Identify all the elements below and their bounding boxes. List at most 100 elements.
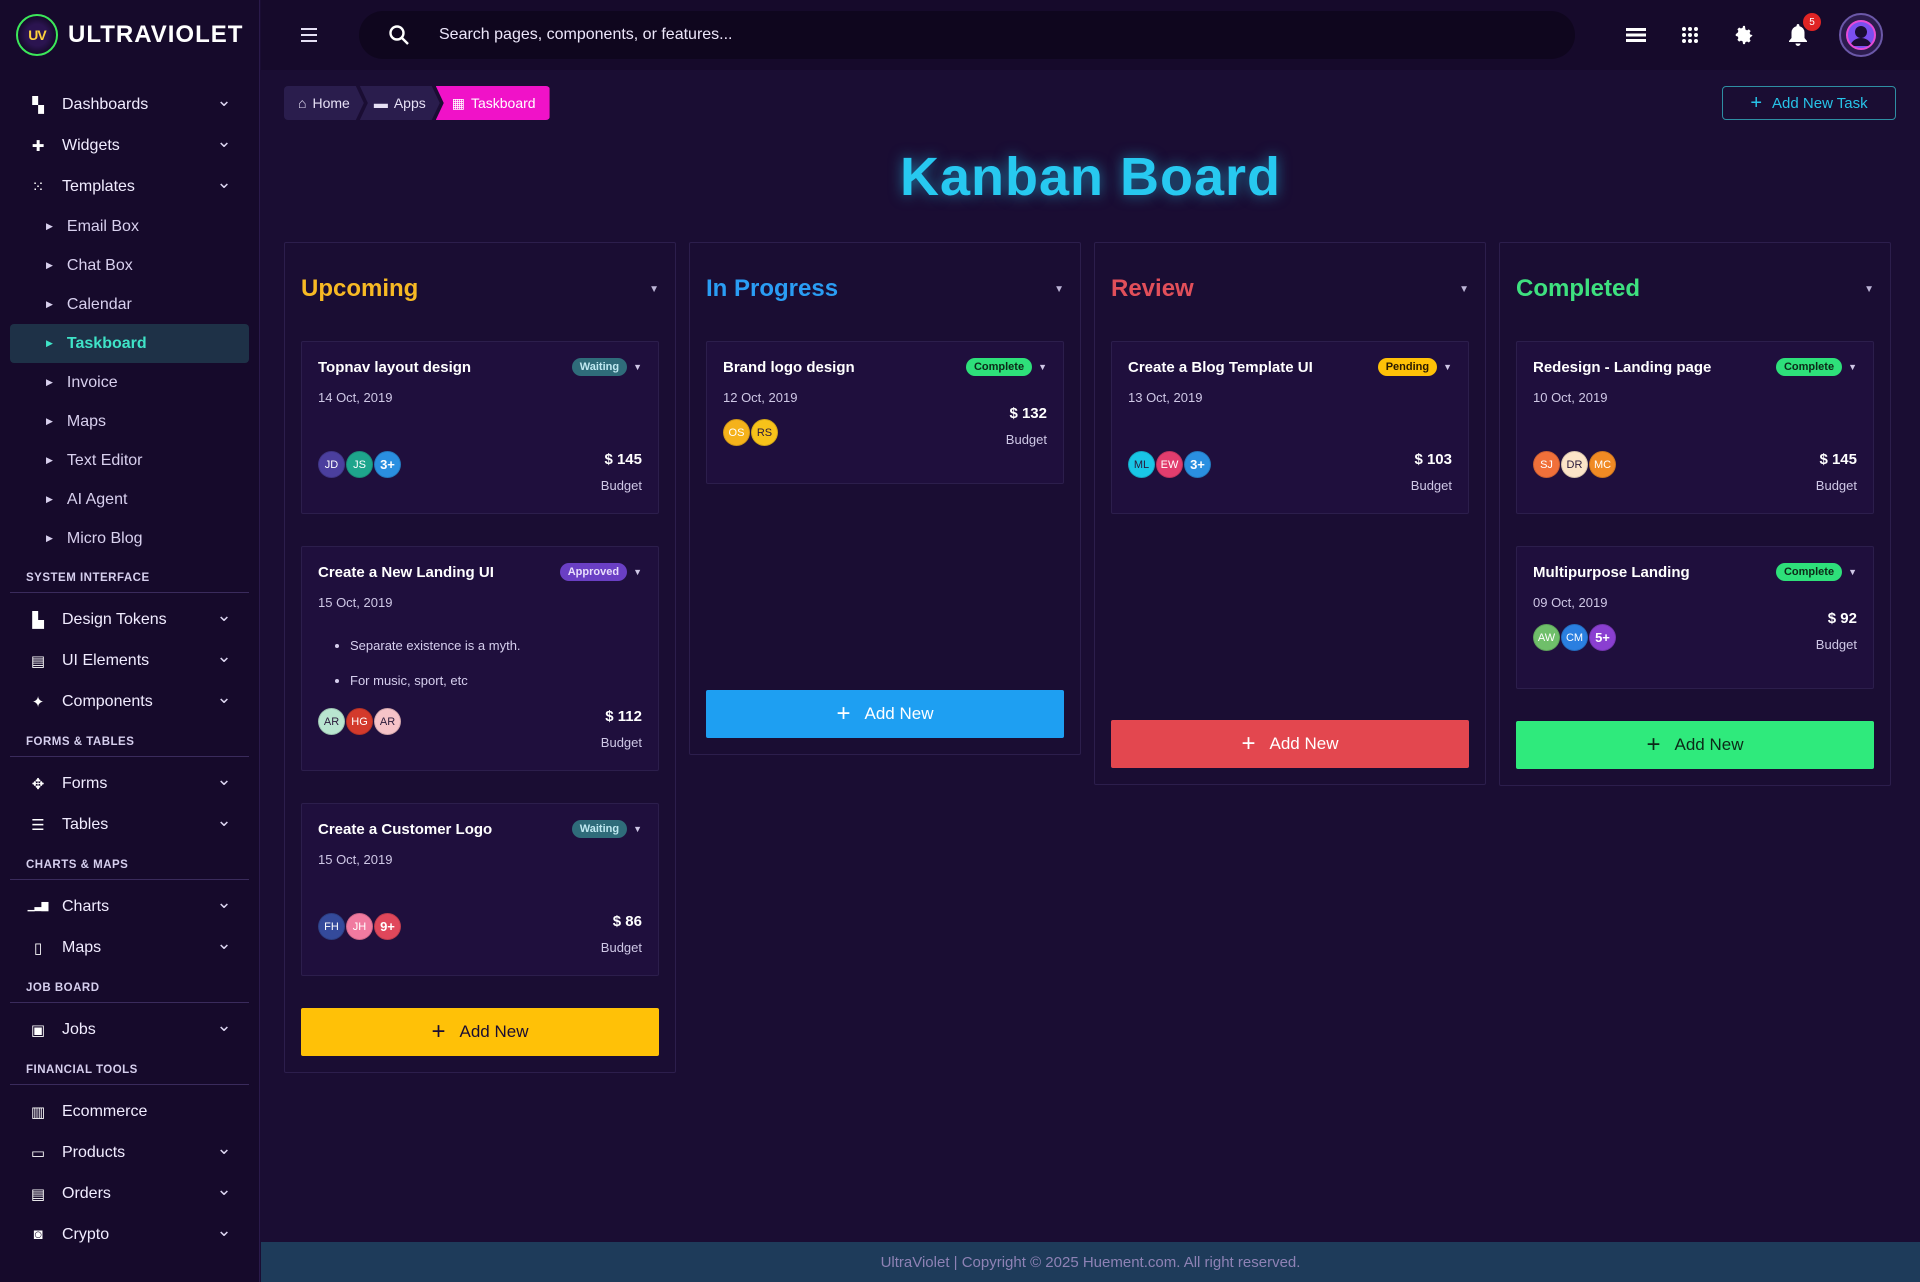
sidebar-item-tables[interactable]: ☰ Tables ⌄ [10, 804, 249, 845]
sidebar-subitem-calendar[interactable]: ▶ Calendar [10, 285, 249, 324]
search-input[interactable] [439, 26, 1575, 44]
sidebar-subitem-micro-blog[interactable]: ▶ Micro Blog [10, 519, 249, 558]
sidebar-item-crypto[interactable]: ◙ Crypto ⌄ [10, 1214, 249, 1255]
sidebar-item-components[interactable]: ✦ Components ⌄ [10, 681, 249, 722]
assignee-avatar[interactable]: EW [1156, 451, 1183, 478]
sidebar-item-label: Crypto [62, 1225, 110, 1243]
assignee-avatar[interactable]: FH [318, 913, 345, 940]
sidebar-item-charts[interactable]: ▁▃▇ Charts ⌄ [10, 886, 249, 927]
assignee-avatar[interactable]: JS [346, 451, 373, 478]
column-menu-caret-icon[interactable]: ▼ [1459, 284, 1469, 295]
assignee-avatar[interactable]: AR [374, 708, 401, 735]
assignee-avatar[interactable]: SJ [1533, 451, 1560, 478]
column-title: Review [1111, 275, 1194, 302]
list-view-icon[interactable] [1623, 22, 1649, 48]
assignee-avatar[interactable]: ML [1128, 451, 1155, 478]
task-card[interactable]: Create a New Landing UI Approved ▼ 15 Oct, … [301, 546, 659, 771]
assignee-avatar[interactable]: DR [1561, 451, 1588, 478]
sidebar-item-dashboards[interactable]: ▚ Dashboards ⌄ [10, 84, 249, 125]
chevron-down-icon[interactable]: ⌄ [216, 1220, 231, 1240]
sidebar-subitem-email-box[interactable]: ▶ Email Box [10, 207, 249, 246]
column-menu-caret-icon[interactable]: ▼ [649, 284, 659, 295]
card-menu-caret-icon[interactable]: ▼ [1443, 362, 1452, 372]
breadcrumb-apps[interactable]: ▬ Apps [360, 86, 440, 120]
sidebar-item-ui-elements[interactable]: ▤ UI Elements ⌄ [10, 640, 249, 681]
task-card[interactable]: Create a Customer Logo Waiting ▼ 15 Oct, 20… [301, 803, 659, 976]
apps-grid-icon[interactable] [1677, 22, 1703, 48]
card-menu-caret-icon[interactable]: ▼ [1848, 567, 1857, 577]
card-menu-caret-icon[interactable]: ▼ [633, 567, 642, 577]
chevron-down-icon[interactable]: ⌄ [216, 892, 231, 912]
add-new-card-button[interactable]: + Add New [301, 1008, 659, 1056]
add-new-task-button[interactable]: + Add New Task [1722, 86, 1896, 120]
chevron-down-icon[interactable]: ⌄ [216, 1015, 231, 1035]
breadcrumb-taskboard[interactable]: ▦ Taskboard [435, 86, 550, 120]
sidebar-item-maps[interactable]: ▯ Maps ⌄ [10, 927, 249, 968]
chevron-down-icon[interactable]: ⌄ [216, 131, 231, 151]
task-card[interactable]: Multipurpose Landing Complete ▼ 09 Oct, 201… [1516, 546, 1874, 689]
chevron-down-icon[interactable]: ⌄ [216, 172, 231, 192]
more-assignees-badge[interactable]: 5+ [1589, 624, 1616, 651]
card-menu-caret-icon[interactable]: ▼ [633, 362, 642, 372]
sidebar-subitem-text-editor[interactable]: ▶ Text Editor [10, 441, 249, 480]
column-menu-caret-icon[interactable]: ▼ [1864, 284, 1874, 295]
assignee-avatar[interactable]: AR [318, 708, 345, 735]
task-card[interactable]: Topnav layout design Waiting ▼ 14 Oct, 2019… [301, 341, 659, 514]
user-avatar[interactable] [1839, 13, 1883, 57]
breadcrumb-home[interactable]: ⌂ Home [284, 86, 364, 120]
card-date: 10 Oct, 2019 [1533, 390, 1608, 405]
chevron-down-icon[interactable]: ⌄ [216, 90, 231, 110]
sidebar-item-jobs[interactable]: ▣ Jobs ⌄ [10, 1009, 249, 1050]
search-icon[interactable] [387, 23, 411, 47]
brand[interactable]: UV ULTRAVIOLET [0, 0, 259, 70]
assignee-avatar[interactable]: HG [346, 708, 373, 735]
sidebar-item-templates[interactable]: ⁙ Templates ⌄ [10, 166, 249, 207]
chevron-down-icon[interactable]: ⌄ [216, 769, 231, 789]
sidebar-item-orders[interactable]: ▤ Orders ⌄ [10, 1173, 249, 1214]
more-assignees-badge[interactable]: 3+ [374, 451, 401, 478]
assignee-avatar[interactable]: MC [1589, 451, 1616, 478]
chevron-down-icon[interactable]: ⌄ [216, 1138, 231, 1158]
notifications-bell-icon[interactable]: 5 [1785, 13, 1821, 48]
sidebar-item-products[interactable]: ▭ Products ⌄ [10, 1132, 249, 1173]
sidebar-item-design-tokens[interactable]: ▙ Design Tokens ⌄ [10, 599, 249, 640]
more-assignees-badge[interactable]: 9+ [374, 913, 401, 940]
chevron-down-icon[interactable]: ⌄ [216, 1179, 231, 1199]
card-menu-caret-icon[interactable]: ▼ [633, 824, 642, 834]
chevron-down-icon[interactable]: ⌄ [216, 810, 231, 830]
gear-icon[interactable] [1731, 22, 1757, 48]
budget-amount: $ 132 [1009, 405, 1047, 422]
assignee-avatar[interactable]: JD [318, 451, 345, 478]
column-menu-caret-icon[interactable]: ▼ [1054, 284, 1064, 295]
task-card[interactable]: Create a Blog Template UI Pending ▼ 13 Oct,… [1111, 341, 1469, 514]
menu-toggle-icon[interactable] [293, 19, 325, 51]
sidebar-subitem-chat-box[interactable]: ▶ Chat Box [10, 246, 249, 285]
sidebar-item-ecommerce[interactable]: ▥ Ecommerce [10, 1091, 249, 1132]
task-card[interactable]: Redesign - Landing page Complete ▼ 10 Oct, … [1516, 341, 1874, 514]
sidebar-subitem-taskboard[interactable]: ▶ Taskboard [10, 324, 249, 363]
assignee-avatar[interactable]: CM [1561, 624, 1588, 651]
card-body: OS RS $ 132 Budget [723, 405, 1047, 447]
add-new-card-button[interactable]: + Add New [706, 690, 1064, 738]
assignee-avatar[interactable]: OS [723, 419, 750, 446]
chevron-down-icon[interactable]: ⌄ [216, 933, 231, 953]
assignee-avatar[interactable]: AW [1533, 624, 1560, 651]
sidebar-subitem-invoice[interactable]: ▶ Invoice [10, 363, 249, 402]
task-card[interactable]: Brand logo design Complete ▼ 12 Oct, 2019 OS… [706, 341, 1064, 484]
assignee-avatar[interactable]: JH [346, 913, 373, 940]
card-menu-caret-icon[interactable]: ▼ [1038, 362, 1047, 372]
sidebar-item-label: Tables [62, 815, 109, 833]
assignee-avatar[interactable]: RS [751, 419, 778, 446]
status-badge: Waiting [571, 358, 628, 376]
card-menu-caret-icon[interactable]: ▼ [1848, 362, 1857, 372]
chevron-down-icon[interactable]: ⌄ [216, 605, 231, 625]
sidebar-subitem-maps[interactable]: ▶ Maps [10, 402, 249, 441]
more-assignees-badge[interactable]: 3+ [1184, 451, 1211, 478]
add-new-card-button[interactable]: + Add New [1516, 721, 1874, 769]
chevron-down-icon[interactable]: ⌄ [216, 646, 231, 666]
add-new-card-button[interactable]: + Add New [1111, 720, 1469, 768]
chevron-down-icon[interactable]: ⌄ [216, 687, 231, 707]
sidebar-item-widgets[interactable]: ✚ Widgets ⌄ [10, 125, 249, 166]
sidebar-item-forms[interactable]: ✥ Forms ⌄ [10, 763, 249, 804]
sidebar-subitem-ai-agent[interactable]: ▶ AI Agent [10, 480, 249, 519]
